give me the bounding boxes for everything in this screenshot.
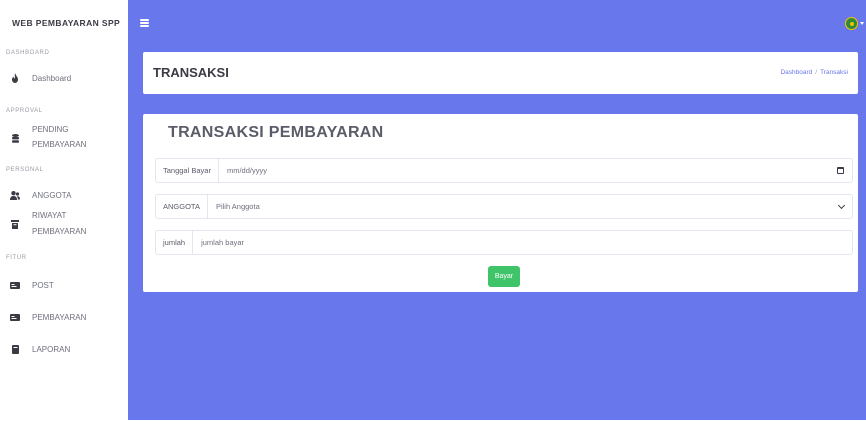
- sidebar-item-riwayat-pembayaran[interactable]: RIWAYAT PEMBAYARAN: [8, 210, 126, 237]
- database-icon: [8, 133, 22, 143]
- date-input[interactable]: mm/dd/yyyy: [219, 166, 837, 175]
- book-icon: [8, 344, 22, 354]
- breadcrumb-dashboard[interactable]: Dashboard: [780, 69, 812, 76]
- caret-down-icon[interactable]: [860, 22, 864, 25]
- users-icon: [8, 190, 22, 200]
- sidebar-item-label: POST: [32, 281, 54, 290]
- sidebar-item-pembayaran[interactable]: PEMBAYARAN: [8, 312, 126, 323]
- amount-label: jumlah: [156, 231, 194, 254]
- sidebar-item-label: RIWAYAT PEMBAYARAN: [32, 210, 86, 237]
- section-dashboard: DASHBOARD: [6, 50, 50, 56]
- amount-field: jumlah: [155, 230, 853, 255]
- form-title: TRANSAKSI PEMBAYARAN: [168, 124, 384, 141]
- page-header: TRANSAKSI Dashboard / Transaksi: [143, 52, 858, 94]
- amount-input[interactable]: [193, 231, 852, 254]
- fire-icon: [8, 73, 22, 83]
- label-line: RIWAYAT: [32, 211, 67, 220]
- sidebar-item-laporan[interactable]: LAPORAN: [8, 344, 126, 355]
- section-approval: APPROVAL: [6, 108, 43, 114]
- card-icon: [8, 312, 22, 322]
- sidebar-item-label: Dashboard: [32, 74, 72, 83]
- date-label: Tanggal Bayar: [156, 159, 219, 182]
- archive-icon: [8, 219, 22, 229]
- page-title: TRANSAKSI: [153, 65, 229, 80]
- sidebar-item-label: PENDING PEMBAYARAN: [32, 124, 86, 150]
- menu-toggle-icon[interactable]: [140, 19, 149, 27]
- member-select[interactable]: Pilih Anggota: [208, 202, 839, 211]
- chevron-down-icon[interactable]: [837, 201, 846, 209]
- pay-button[interactable]: Bayar: [488, 266, 520, 287]
- sidebar-item-post[interactable]: POST: [8, 280, 126, 291]
- label-line: PEMBAYARAN: [32, 227, 87, 236]
- payment-form-card: TRANSAKSI PEMBAYARAN Tanggal Bayar mm/dd…: [143, 114, 858, 292]
- sidebar-item-pending-pembayaran[interactable]: PENDING PEMBAYARAN: [8, 124, 126, 150]
- main-content: TRANSAKSI Dashboard / Transaksi TRANSAKSI …: [128, 0, 866, 420]
- sidebar-item-label: PEMBAYARAN: [32, 313, 87, 322]
- brand-title[interactable]: WEB PEMBAYARAN SPP: [12, 18, 120, 28]
- label-line: PEMBAYARAN: [32, 140, 87, 149]
- section-personal: PERSONAL: [6, 167, 44, 173]
- calendar-icon[interactable]: [837, 167, 844, 174]
- breadcrumb-separator: /: [815, 69, 818, 76]
- sidebar-item-label: ANGGOTA: [32, 191, 72, 200]
- sidebar-item-anggota[interactable]: ANGGOTA: [8, 190, 126, 201]
- member-label: ANGGOTA: [156, 195, 208, 218]
- section-fitur: FITUR: [6, 255, 27, 261]
- member-field: ANGGOTA Pilih Anggota: [155, 194, 853, 219]
- card-icon: [8, 280, 22, 290]
- date-field: Tanggal Bayar mm/dd/yyyy: [155, 158, 853, 183]
- school-logo-icon[interactable]: [845, 17, 858, 30]
- breadcrumb-transaksi[interactable]: Transaksi: [820, 69, 848, 76]
- label-line: PENDING: [32, 125, 69, 134]
- breadcrumb: Dashboard / Transaksi: [780, 69, 848, 76]
- sidebar: WEB PEMBAYARAN SPP DASHBOARD Dashboard A…: [0, 0, 128, 425]
- sidebar-item-dashboard[interactable]: Dashboard: [8, 73, 126, 84]
- sidebar-item-label: LAPORAN: [32, 345, 71, 354]
